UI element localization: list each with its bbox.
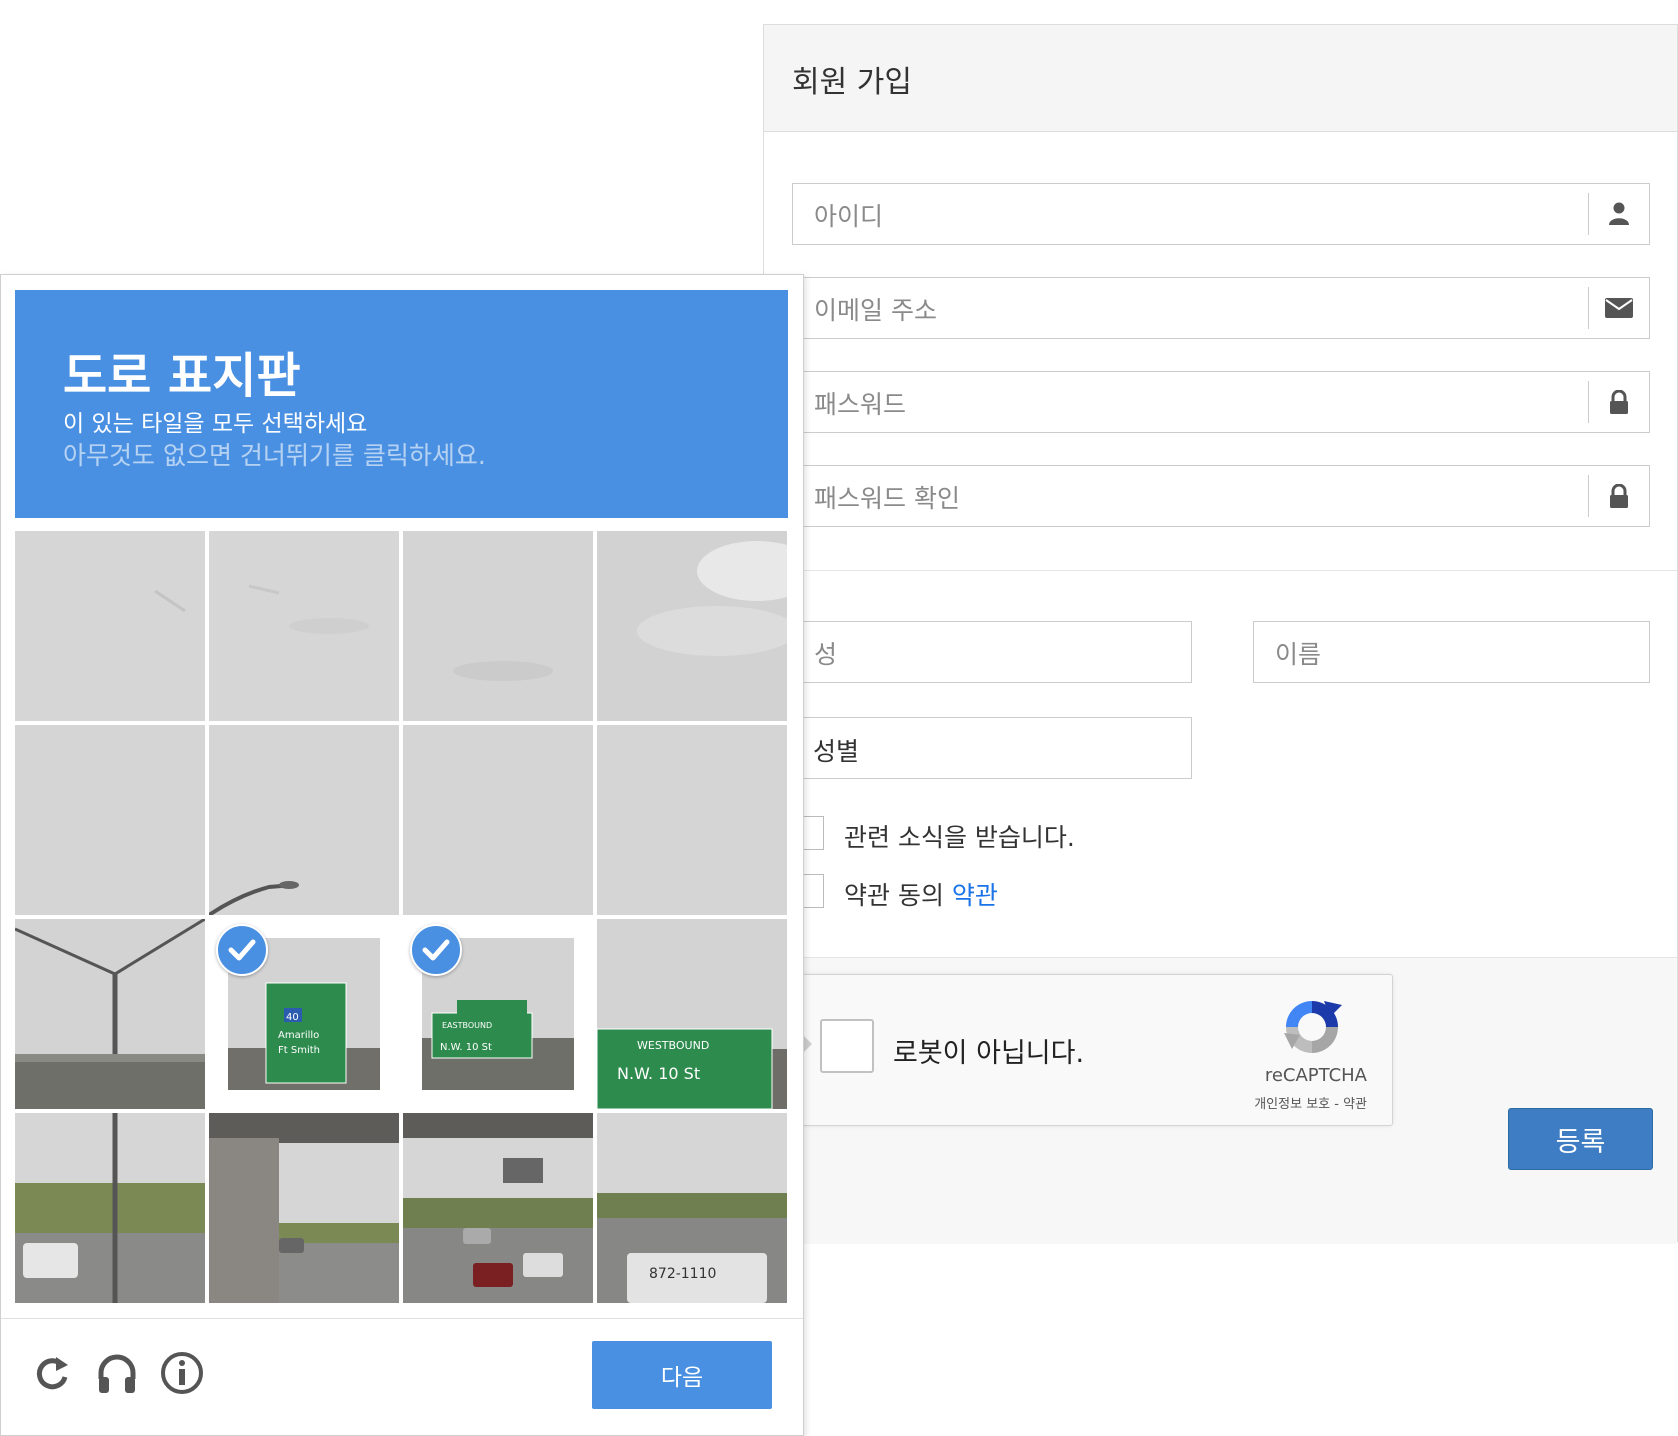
password-confirm-placeholder: 패스워드 확인 [814,484,960,513]
terms-label-row: 약관 동의 약관 [844,876,998,912]
recaptcha-legal-links[interactable]: 개인정보 보호 - 약관 [1254,1093,1367,1112]
register-footer: 로봇이 아닙니다. reCAPTCHA 개인정보 보호 - 약관 등록 [764,957,1677,1244]
section-divider [764,570,1677,571]
recaptcha-label: 로봇이 아닙니다. [893,1038,1085,1069]
sign-text-eastbound: EASTBOUND [442,1021,492,1030]
sign-text-westbound: WESTBOUND [637,1039,709,1052]
captcha-tile-10-selected[interactable]: 40 Amarillo Ft Smith [209,919,399,1109]
password-field[interactable]: 패스워드 [792,371,1650,433]
captcha-challenge: 도로 표지판 이 있는 타일을 모두 선택하세요 아무것도 없으면 건너뛰기를 … [0,274,804,1436]
email-placeholder: 이메일 주소 [814,296,937,325]
captcha-tile-15[interactable] [403,1113,593,1303]
captcha-tile-4[interactable] [597,531,787,721]
captcha-tile-16[interactable]: 872-1110 [597,1113,787,1303]
submit-button[interactable]: 등록 [1508,1108,1653,1170]
sign-text-amarillo: Amarillo [278,1030,319,1041]
envelope-icon [1588,287,1649,329]
selected-check-icon [410,924,462,976]
last-name-placeholder: 성 [814,640,838,669]
sign-text-ft-smith: Ft Smith [278,1045,320,1056]
captcha-tile-14[interactable] [209,1113,399,1303]
captcha-tile-6[interactable] [209,725,399,915]
headphones-icon[interactable] [93,1349,141,1397]
selected-check-icon [216,924,268,976]
first-name-placeholder: 이름 [1275,640,1322,669]
sign-text-nw10: N.W. 10 St [440,1042,492,1053]
first-name-field[interactable]: 이름 [1253,621,1650,683]
last-name-field[interactable]: 성 [792,621,1192,683]
captcha-header: 도로 표지판 이 있는 타일을 모두 선택하세요 아무것도 없으면 건너뛰기를 … [15,290,788,518]
captcha-footer: 다음 [1,1318,803,1436]
next-button[interactable]: 다음 [592,1341,772,1409]
captcha-instruction: 이 있는 타일을 모두 선택하세요 [63,411,368,437]
terms-label: 약관 동의 [844,881,944,910]
lock-icon [1588,381,1649,423]
captcha-tile-2[interactable] [209,531,399,721]
register-panel: 회원 가입 아이디 이메일 주소 패스워드 패스워드 확인 성 이름 성별 관련… [763,24,1678,1244]
sign-text-nw10-west: N.W. 10 St [617,1064,700,1083]
captcha-tile-1[interactable] [15,531,205,721]
recaptcha-widget: 로봇이 아닙니다. reCAPTCHA 개인정보 보호 - 약관 [792,974,1393,1126]
captcha-tile-3[interactable] [403,531,593,721]
username-field[interactable]: 아이디 [792,183,1650,245]
captcha-skip-hint: 아무것도 없으면 건너뛰기를 클릭하세요. [63,441,486,470]
truck-phone-text: 872-1110 [649,1266,716,1282]
username-placeholder: 아이디 [814,202,884,231]
captcha-tile-9[interactable] [15,919,205,1109]
sign-route-number: 40 [286,1012,299,1023]
password-confirm-field[interactable]: 패스워드 확인 [792,465,1650,527]
lock-icon [1588,475,1649,517]
recaptcha-logo-icon [1284,1001,1342,1053]
reload-icon[interactable] [28,1349,76,1397]
email-field[interactable]: 이메일 주소 [792,277,1650,339]
terms-link[interactable]: 약관 [952,881,998,910]
captcha-tile-7[interactable] [403,725,593,915]
password-placeholder: 패스워드 [814,390,907,419]
recaptcha-checkbox[interactable] [820,1019,874,1073]
captcha-tile-11-selected[interactable]: EASTBOUND N.W. 10 St [403,919,593,1109]
user-icon [1588,193,1649,235]
info-icon[interactable] [158,1349,206,1397]
captcha-tile-13[interactable] [15,1113,205,1303]
captcha-tile-12[interactable]: WESTBOUND N.W. 10 St [597,919,787,1109]
newsletter-label: 관련 소식을 받습니다. [844,823,1075,852]
captcha-target-title: 도로 표지판 [63,348,301,404]
captcha-tile-8[interactable] [597,725,787,915]
captcha-tile-grid: 40 Amarillo Ft Smith EASTBOUND N.W. 10 S… [15,531,789,1305]
captcha-tile-5[interactable] [15,725,205,915]
recaptcha-brand: reCAPTCHA [1264,1065,1367,1086]
register-title: 회원 가입 [792,65,912,100]
gender-select[interactable]: 성별 [792,717,1192,779]
gender-value: 성별 [813,737,860,766]
register-header: 회원 가입 [764,25,1677,132]
